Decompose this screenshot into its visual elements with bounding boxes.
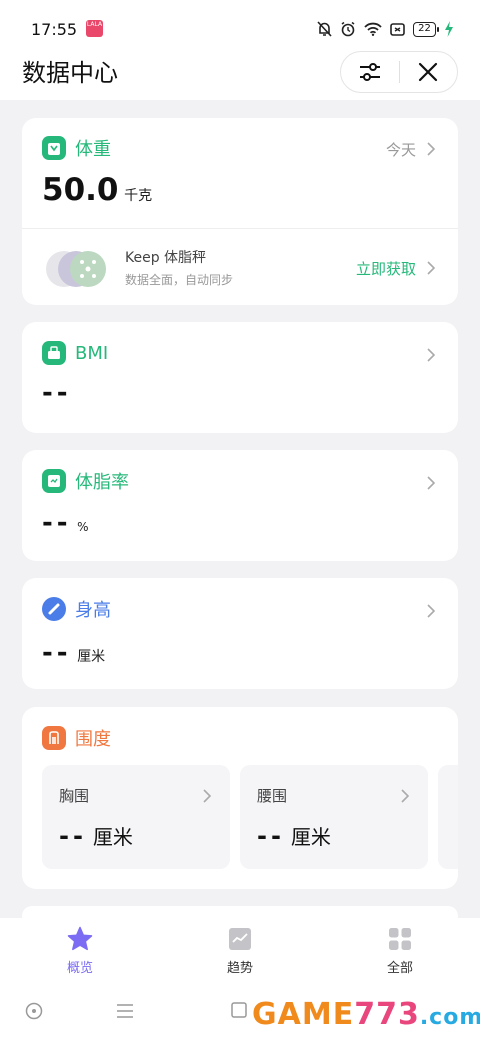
weight-card[interactable]: 体重 今天 50.0 千克 Keep 体脂秤 数据全面，自动同步 立即获取 <box>22 118 458 305</box>
girth-item-partial[interactable] <box>438 765 458 869</box>
scale-description: 数据全面，自动同步 <box>125 273 234 287</box>
menu-button-icon[interactable] <box>116 1002 134 1020</box>
status-bar: 17:55 LALA 22 <box>0 0 480 56</box>
app-header: 数据中心 <box>0 51 480 100</box>
height-title-row: 身高 <box>42 596 111 622</box>
status-icons: 22 <box>317 19 454 39</box>
filter-button[interactable] <box>341 52 399 92</box>
weight-unit: 千克 <box>124 188 153 204</box>
wifi-icon <box>364 22 382 36</box>
bmi-value-row: -- <box>42 378 72 408</box>
weight-value: 50.0 <box>42 172 119 208</box>
tab-label: 趋势 <box>226 961 253 976</box>
weight-title: 体重 <box>75 139 111 160</box>
page-title: 数据中心 <box>22 59 118 87</box>
height-card[interactable]: 身高 -- 厘米 <box>22 578 458 689</box>
girth-item-label: 胸围 <box>59 787 90 805</box>
scale-name: Keep 体脂秤 <box>125 250 207 266</box>
chevron-right-icon <box>427 476 436 490</box>
header-actions <box>340 51 458 93</box>
alarm-icon <box>341 21 355 37</box>
watermark-part1: GAME <box>252 997 355 1032</box>
tab-overview[interactable]: 概览 <box>35 926 125 976</box>
back-button-icon[interactable] <box>231 1002 247 1018</box>
girth-item-value: -- 厘米 <box>257 821 331 850</box>
scale-promo-row[interactable]: Keep 体脂秤 数据全面，自动同步 立即获取 <box>22 228 458 304</box>
get-now-link[interactable]: 立即获取 <box>356 258 416 279</box>
status-time: 17:55 <box>31 20 78 39</box>
height-unit: 厘米 <box>77 649 106 665</box>
chevron-right-icon <box>401 789 410 803</box>
bmi-card[interactable]: BMI -- <box>22 322 458 433</box>
close-button[interactable] <box>399 52 457 92</box>
chevron-right-icon <box>203 789 212 803</box>
home-button-icon[interactable] <box>25 1002 43 1020</box>
girth-value-unit: 厘米 <box>290 825 331 849</box>
charging-icon <box>445 21 453 37</box>
bodyfat-unit: % <box>77 520 89 534</box>
bodyfat-title: 体脂率 <box>75 472 129 493</box>
watermark-part2: 773 <box>354 997 420 1032</box>
watermark-part3: .com <box>419 1005 480 1030</box>
star-icon <box>67 926 93 951</box>
weight-value-row: 50.0 千克 <box>42 172 152 208</box>
bell-off-icon <box>317 21 332 37</box>
chevron-right-icon <box>427 142 436 156</box>
height-value: -- <box>42 638 72 668</box>
date-label: 今天 <box>385 141 416 159</box>
height-value-row: -- 厘米 <box>42 638 105 668</box>
battery-icon: 22 <box>413 21 439 37</box>
girth-card: 围度 胸围 -- 厘米 腰围 -- 厘米 <box>22 707 458 889</box>
girth-item-waist[interactable]: 腰围 -- 厘米 <box>240 765 428 869</box>
bmi-value: -- <box>42 378 72 408</box>
tab-trend[interactable]: 趋势 <box>195 926 285 976</box>
bottom-tab-bar: 概览 趋势 全部 <box>0 918 480 990</box>
height-icon <box>42 597 66 621</box>
weight-icon <box>42 136 66 160</box>
watermark-logo: GAME773.com <box>252 997 480 1032</box>
bodyfat-card[interactable]: 体脂率 -- % <box>22 450 458 561</box>
filter-icon <box>359 63 380 81</box>
chevron-right-icon <box>427 261 436 275</box>
grid-icon <box>389 928 411 950</box>
girth-value-number: -- <box>59 822 87 850</box>
girth-value-number: -- <box>257 822 285 850</box>
tab-all[interactable]: 全部 <box>355 926 445 976</box>
bodyfat-icon <box>42 469 66 493</box>
girth-value-unit: 厘米 <box>92 825 133 849</box>
app-notification-icon: LALA <box>86 20 103 37</box>
girth-item-value: -- 厘米 <box>59 821 133 850</box>
bodyfat-value: -- <box>42 508 72 538</box>
tab-label: 概览 <box>66 961 93 976</box>
bmi-title: BMI <box>75 342 109 364</box>
bodyfat-title-row: 体脂率 <box>42 468 129 494</box>
girth-icon <box>42 726 66 750</box>
tab-label: 全部 <box>386 961 413 976</box>
girth-title-row: 围度 <box>42 725 111 751</box>
girth-item-label: 腰围 <box>257 787 288 805</box>
girth-item-chest[interactable]: 胸围 -- 厘米 <box>42 765 230 869</box>
trend-icon <box>229 928 251 950</box>
close-icon <box>419 62 438 82</box>
bmi-title-row: BMI <box>42 340 108 366</box>
scale-image <box>46 251 106 287</box>
chevron-right-icon <box>427 348 436 362</box>
girth-title: 围度 <box>75 729 111 750</box>
bmi-icon <box>42 341 66 365</box>
screen-icon <box>390 22 405 36</box>
height-title: 身高 <box>75 600 111 621</box>
bodyfat-value-row: -- % <box>42 508 89 538</box>
chevron-right-icon <box>427 604 436 618</box>
weight-title-row: 体重 <box>42 135 111 161</box>
